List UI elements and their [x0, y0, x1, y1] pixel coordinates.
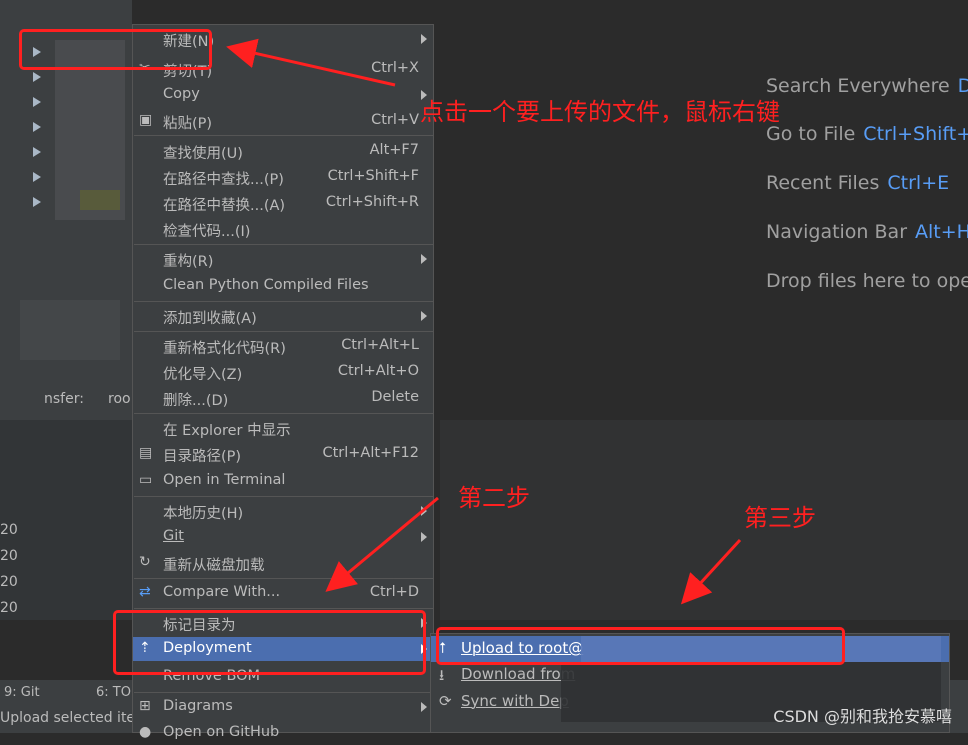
annotation-step1: 点击一个要上传的文件，鼠标右键 [420, 98, 780, 126]
annotation-step3: 第三步 [744, 504, 816, 532]
arrow-step3 [680, 538, 742, 605]
arrow-step1 [226, 38, 396, 87]
watermark: CSDN @别和我抢安慕嘻 [773, 707, 952, 726]
arrow-step2 [325, 496, 439, 592]
annotation-step2: 第二步 [458, 484, 530, 512]
